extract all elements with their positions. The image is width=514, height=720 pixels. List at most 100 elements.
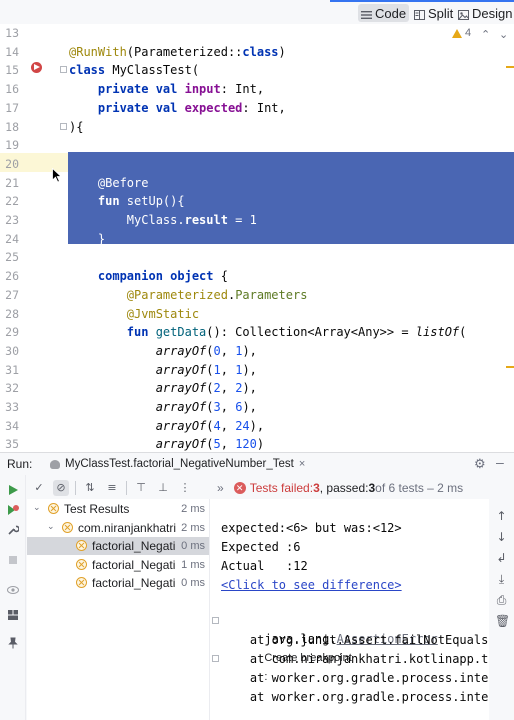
line-number[interactable]: 29: [0, 323, 19, 342]
test-tree-row[interactable]: factorial_Negati 0 ms: [27, 574, 209, 592]
code-line[interactable]: 19: [0, 136, 514, 155]
code-line[interactable]: 24 }: [0, 230, 514, 249]
code-token: @RunWith: [69, 44, 127, 59]
code-line[interactable]: 34 arrayOf(4, 24),: [0, 417, 514, 436]
wrench-icon[interactable]: [7, 524, 19, 536]
line-number[interactable]: 27: [0, 286, 19, 305]
line-number[interactable]: 30: [0, 342, 19, 361]
code-line[interactable]: 29 fun getData(): Collection<Array<Any>>…: [0, 323, 514, 342]
expand-all-icon[interactable]: ⊤: [133, 480, 149, 496]
stack-frame[interactable]: at worker.org.gradle.process.interna: [221, 669, 489, 687]
line-number[interactable]: 18: [0, 118, 19, 137]
show-passed-icon[interactable]: ✓: [31, 480, 47, 496]
line-number[interactable]: 33: [0, 398, 19, 417]
code-line[interactable]: 15 class MyClassTest(: [0, 61, 514, 80]
code-editor[interactable]: 4 ⌃ ⌄ 13 14 @RunWith(Parameterized::class)…: [0, 24, 514, 452]
collapse-all-icon[interactable]: ⊥: [155, 480, 171, 496]
line-number[interactable]: 22: [0, 192, 19, 211]
test-results-tree[interactable]: ⌄ Test Results 2 ms ⌄ com.niranjankhatri. 2 m…: [27, 499, 209, 720]
line-number[interactable]: 15: [0, 61, 19, 80]
line-number[interactable]: 31: [0, 361, 19, 380]
run-config-tab[interactable]: MyClassTest.factorial_NegativeNumber_Tes…: [46, 455, 309, 473]
code-token: ),: [242, 400, 257, 414]
line-number[interactable]: 14: [0, 43, 19, 62]
code-line[interactable]: 28 @JvmStatic: [0, 305, 514, 324]
code-line[interactable]: 32 arrayOf(2, 2),: [0, 379, 514, 398]
design-view-button[interactable]: Design: [455, 4, 514, 22]
test-tree-row[interactable]: factorial_Negati 0 ms: [27, 537, 209, 555]
line-number[interactable]: 28: [0, 305, 19, 324]
line-number[interactable]: 25: [0, 248, 19, 267]
code-line[interactable]: 18){: [0, 118, 514, 137]
chevron-right-icon[interactable]: »: [217, 481, 224, 495]
fold-marker[interactable]: [212, 655, 219, 662]
code-line[interactable]: 31 arrayOf(1, 1),: [0, 361, 514, 380]
more-options-icon[interactable]: ⋮: [177, 480, 193, 496]
split-view-button[interactable]: Split: [411, 4, 456, 22]
line-number[interactable]: 13: [0, 24, 19, 43]
line-number[interactable]: 20: [0, 155, 19, 174]
stack-frame[interactable]: at com.niranjankhatri.kotlinapp.testi: [221, 650, 489, 668]
line-number[interactable]: 17: [0, 99, 19, 118]
stack-frame[interactable]: at org.junit.Assert.failNotEquals(Ass: [221, 631, 489, 649]
chevron-down-icon[interactable]: ⌄: [47, 519, 55, 535]
print-icon[interactable]: ⎙: [495, 593, 508, 608]
code-text: @Parameterized.Parameters: [69, 286, 308, 305]
code-token: : Int,: [220, 82, 265, 97]
code-line[interactable]: 20: [0, 155, 514, 174]
code-line[interactable]: 14 @RunWith(Parameterized::class): [0, 43, 514, 62]
code-token: arrayOf: [155, 343, 207, 358]
test-status-bar: » ✕ Tests failed: 3 , passed: 3 of 6 tes…: [209, 477, 489, 499]
code-line[interactable]: 13: [0, 24, 514, 43]
stop-icon[interactable]: [7, 554, 19, 566]
layout-icon[interactable]: [7, 609, 19, 621]
line-number[interactable]: 23: [0, 211, 19, 230]
code-line[interactable]: 30 arrayOf(0, 1),: [0, 342, 514, 361]
arrow-down-icon[interactable]: ↓: [495, 530, 508, 544]
line-number[interactable]: 26: [0, 267, 19, 286]
code-line[interactable]: 35 arrayOf(5, 120): [0, 435, 514, 452]
line-number[interactable]: 24: [0, 230, 19, 249]
line-number[interactable]: 32: [0, 379, 19, 398]
code-line[interactable]: 23 MyClass.result = 1: [0, 211, 514, 230]
show-ignored-icon[interactable]: ⊘: [53, 480, 69, 496]
arrow-up-icon[interactable]: ↑: [495, 509, 508, 523]
code-line[interactable]: 17 private val expected: Int,: [0, 99, 514, 118]
test-name: factorial_Negati: [92, 557, 176, 572]
code-line[interactable]: 22 fun setUp(){: [0, 192, 514, 211]
code-text: arrayOf(5, 120): [69, 435, 264, 452]
soft-wrap-icon[interactable]: ↲: [495, 551, 508, 565]
code-line[interactable]: 25: [0, 248, 514, 267]
minimize-icon[interactable]: –: [496, 454, 504, 470]
eye-icon[interactable]: [7, 584, 19, 596]
scroll-to-end-icon[interactable]: ⤓: [495, 572, 508, 587]
code-line[interactable]: 27 @Parameterized.Parameters: [0, 286, 514, 305]
see-difference-link[interactable]: <Click to see difference>: [221, 576, 402, 594]
trash-icon[interactable]: 🗑: [495, 614, 510, 628]
gear-icon[interactable]: ⚙: [474, 456, 486, 472]
stack-frame[interactable]: at worker.org.gradle.process.interna: [221, 688, 489, 706]
rerun-icon[interactable]: [7, 484, 19, 496]
line-number[interactable]: 16: [0, 80, 19, 99]
line-number[interactable]: 21: [0, 174, 19, 193]
sort-duration-icon[interactable]: ≡: [104, 480, 120, 496]
close-icon[interactable]: ×: [299, 458, 305, 470]
fold-marker[interactable]: [212, 617, 219, 624]
chevron-down-icon[interactable]: ⌄: [33, 500, 41, 516]
line-number[interactable]: 34: [0, 417, 19, 436]
code-line[interactable]: 16 private val input: Int,: [0, 80, 514, 99]
rerun-failed-icon[interactable]: [7, 504, 19, 516]
console-output[interactable]: expected:<6> but was:<12> Expected :6 Ac…: [209, 499, 489, 720]
test-tree-row[interactable]: ⌄ Test Results 2 ms: [27, 500, 209, 518]
code-view-button[interactable]: Code: [358, 4, 410, 22]
sort-alpha-icon[interactable]: ⇅: [82, 480, 98, 496]
test-tree-row[interactable]: factorial_Negati 1 ms: [27, 556, 209, 574]
test-tree-row[interactable]: ⌄ com.niranjankhatri. 2 ms: [27, 519, 209, 537]
line-number[interactable]: 35: [0, 435, 19, 452]
line-number[interactable]: 19: [0, 136, 19, 155]
pin-icon[interactable]: [7, 637, 19, 649]
code-line[interactable]: 33 arrayOf(3, 6),: [0, 398, 514, 417]
code-token: input: [184, 82, 221, 97]
code-line[interactable]: 21 @Before: [0, 174, 514, 193]
code-line[interactable]: 26 companion object {: [0, 267, 514, 286]
